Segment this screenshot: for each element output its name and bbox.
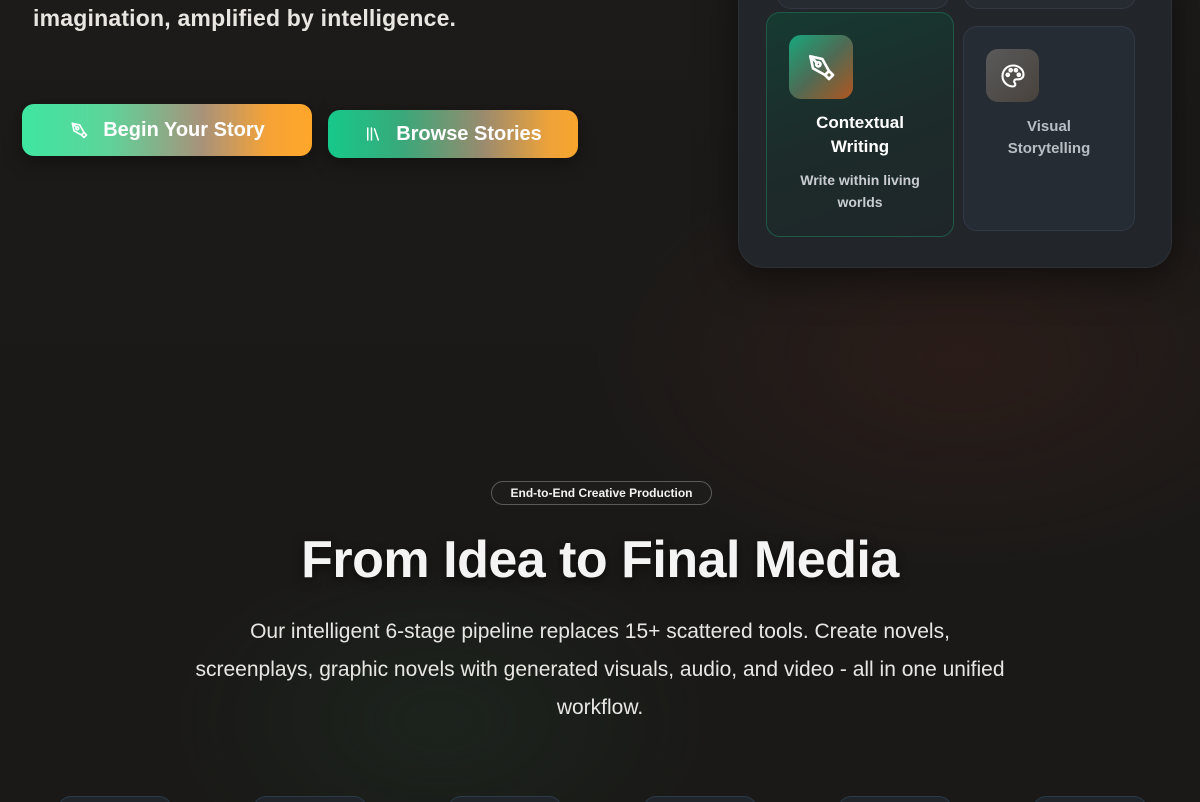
feature-card-partial[interactable] bbox=[777, 0, 949, 9]
browse-stories-label: Browse Stories bbox=[396, 122, 542, 145]
hero-tagline: imagination, amplified by intelligence. bbox=[33, 5, 457, 31]
feature-card-visual-storytelling[interactable]: Visual Storytelling bbox=[963, 26, 1135, 231]
feature-card-contextual-writing[interactable]: Contextual Writing Write within living w… bbox=[766, 12, 954, 237]
pipeline-stage-card[interactable] bbox=[58, 796, 172, 802]
feature-card-title: Contextual Writing bbox=[816, 113, 904, 156]
pipeline-stages bbox=[0, 796, 1200, 802]
palette-icon bbox=[986, 49, 1039, 102]
section-description: Our intelligent 6-stage pipeline replace… bbox=[195, 620, 1005, 719]
feature-card-description: Write within living worlds bbox=[800, 172, 920, 210]
feature-panel: Contextual Writing Write within living w… bbox=[738, 0, 1172, 268]
pipeline-stage-card[interactable] bbox=[838, 796, 952, 802]
pipeline-stage-card[interactable] bbox=[448, 796, 562, 802]
section-title: From Idea to Final Media bbox=[301, 531, 899, 589]
pen-nib-icon bbox=[69, 120, 89, 140]
pipeline-stage-card[interactable] bbox=[253, 796, 367, 802]
feature-card-title: Visual Storytelling bbox=[1007, 118, 1091, 157]
browse-stories-button[interactable]: Browse Stories bbox=[328, 110, 578, 158]
begin-your-story-button[interactable]: Begin Your Story bbox=[22, 104, 312, 156]
pen-nib-icon bbox=[789, 35, 853, 99]
library-icon bbox=[364, 125, 382, 143]
section-badge: End-to-End Creative Production bbox=[491, 481, 712, 505]
feature-card-partial[interactable] bbox=[964, 0, 1136, 9]
pipeline-stage-card[interactable] bbox=[643, 796, 757, 802]
begin-your-story-label: Begin Your Story bbox=[103, 118, 265, 141]
pipeline-stage-card[interactable] bbox=[1033, 796, 1147, 802]
